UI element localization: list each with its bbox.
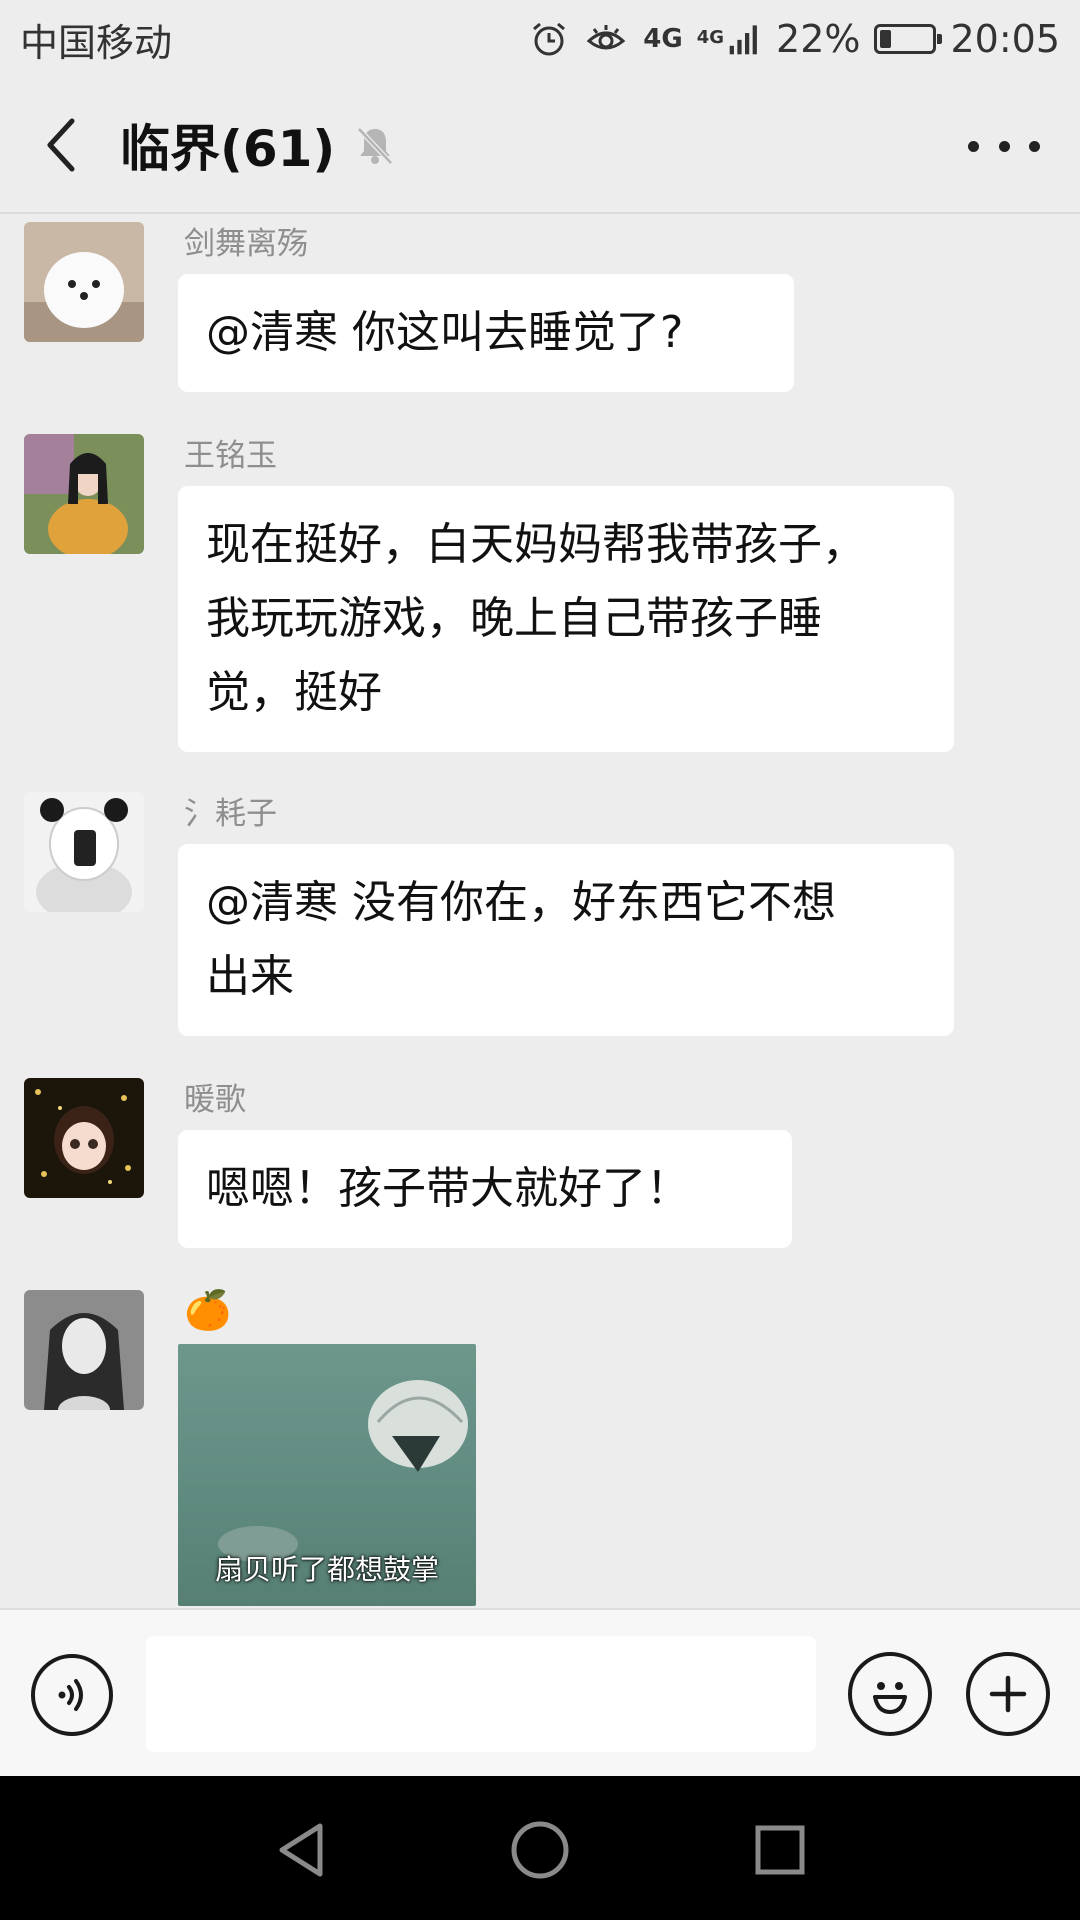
more-dot [968, 140, 979, 152]
sender-name: 暖歌 [184, 1082, 246, 1118]
back-arrow-icon [47, 118, 75, 172]
plus-button[interactable] [966, 1652, 1050, 1736]
nav-home-button[interactable] [500, 1810, 580, 1890]
clock: 20:05 [950, 17, 1060, 61]
avatar[interactable] [24, 1078, 144, 1198]
message-bubble[interactable]: @清寒 你这叫去睡觉了? [178, 274, 794, 392]
carrier-label: 中国移动 [20, 20, 173, 65]
plus-icon [989, 1675, 1027, 1713]
mute-bell-icon [357, 127, 394, 165]
sticker-image[interactable]: 扇贝听了都想鼓掌 [178, 1344, 476, 1606]
voice-icon [58, 1679, 83, 1711]
more-dot [1029, 140, 1040, 152]
network-type-1: 4G [643, 24, 683, 54]
avatar[interactable] [24, 434, 144, 554]
girl-portrait-avatar-image [24, 1290, 144, 1410]
emoji-button[interactable] [848, 1652, 932, 1736]
chat-title: 临界(61) [120, 120, 336, 178]
nav-back-button[interactable] [262, 1810, 342, 1890]
alarm-icon [533, 22, 566, 56]
sender-name: 剑舞离殇 [184, 226, 308, 262]
sender-name: 🍊 [184, 1288, 232, 1332]
sender-name: 氵耗子 [184, 796, 277, 832]
system-nav-bar [0, 1776, 1080, 1920]
sticker-caption: 扇贝听了都想鼓掌 [214, 1553, 439, 1586]
dog-avatar-image [24, 222, 144, 342]
network-type-2: 4G [696, 27, 725, 48]
avatar[interactable] [24, 222, 144, 342]
message-text: @清寒 你这叫去睡觉了? [206, 307, 684, 358]
nav-recents-icon [755, 1825, 805, 1875]
avatar[interactable] [24, 1290, 144, 1410]
message-input[interactable] [146, 1636, 816, 1752]
girl-costume-avatar-image [24, 434, 144, 554]
panda-hood-avatar-image [24, 792, 144, 912]
back-button[interactable] [32, 115, 92, 175]
input-bar [0, 1608, 1080, 1776]
more-dot [998, 140, 1010, 152]
message-bubble[interactable]: @清寒 没有你在，好东西它不想 出来 [178, 844, 954, 1036]
nav-recents-button[interactable] [740, 1810, 820, 1890]
message-bubble[interactable]: 现在挺好，白天妈妈帮我带孩子， 我玩玩游戏，晚上自己带孩子睡 觉，挺好 [178, 486, 954, 752]
nav-home-icon [511, 1821, 569, 1879]
message-line: 出来 [206, 951, 294, 1002]
battery-icon [874, 24, 943, 54]
message-line: 现在挺好，白天妈妈帮我带孩子， [206, 519, 866, 570]
message-text: 嗯嗯！孩子带大就好了！ [206, 1163, 690, 1214]
sender-name: 王铭玉 [184, 438, 277, 474]
avatar[interactable] [24, 792, 144, 912]
emoji-icon [873, 1682, 907, 1714]
cartoon-girl-avatar-image [24, 1078, 144, 1198]
chat-header: 临界(61) [0, 78, 1080, 214]
status-icons: 4G 4G 22% 20:05 [529, 17, 1060, 61]
message-line: 我玩玩游戏，晚上自己带孩子睡 [206, 593, 822, 644]
signal-icon [729, 25, 757, 55]
message-line: 觉，挺好 [206, 667, 382, 718]
more-button[interactable] [968, 118, 1040, 174]
nav-back-icon [279, 1823, 323, 1877]
message-list[interactable]: 剑舞离殇 @清寒 你这叫去睡觉了? 王铭玉 现在挺好，白天妈妈帮我带孩子， 我玩… [0, 216, 1080, 1608]
message-line: @清寒 没有你在，好东西它不想 [206, 877, 836, 928]
battery-level [880, 30, 892, 48]
battery-percent: 22% [776, 17, 861, 61]
message-bubble[interactable]: 嗯嗯！孩子带大就好了！ [178, 1130, 792, 1248]
status-bar: 中国移动 4G 4G 22% 20:05 [0, 0, 1080, 78]
voice-button[interactable] [31, 1654, 113, 1736]
eye-icon [586, 25, 626, 50]
